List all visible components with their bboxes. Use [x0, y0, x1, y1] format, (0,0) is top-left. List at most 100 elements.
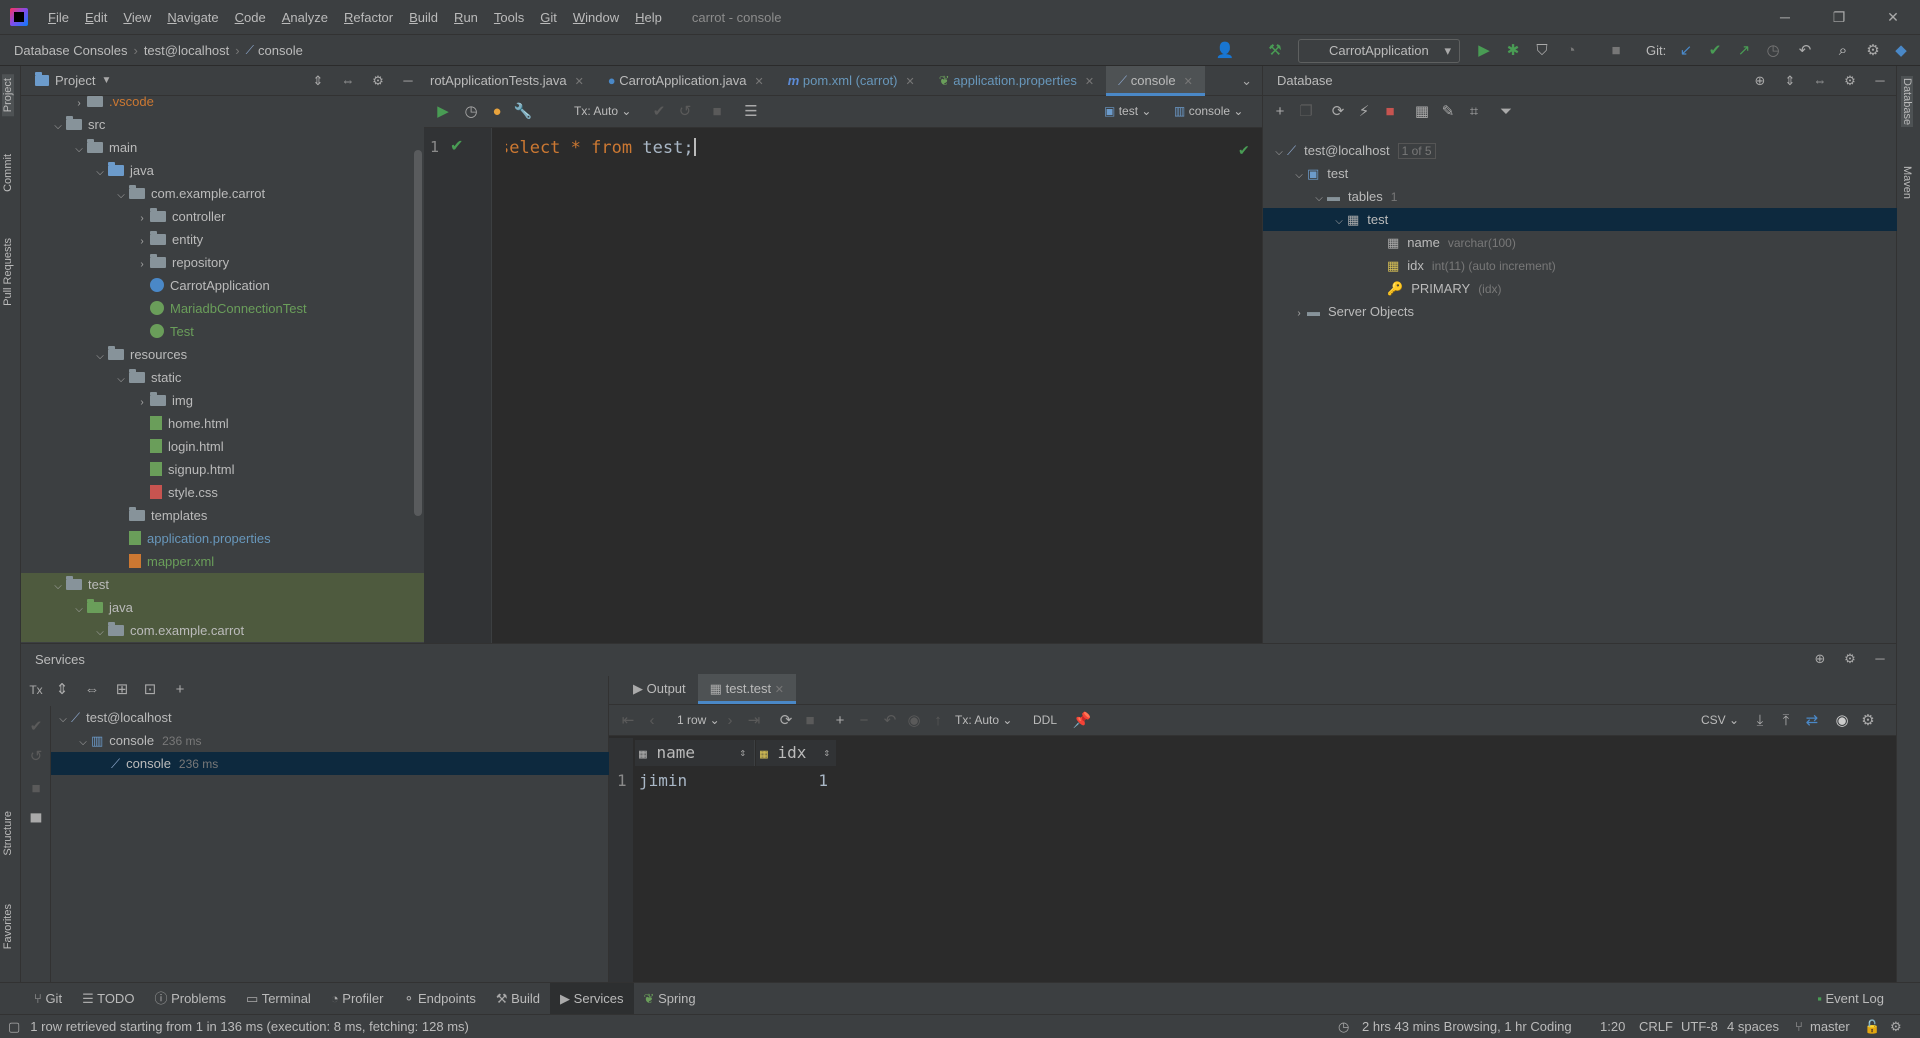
gear-icon[interactable]: ⚙: [1857, 710, 1879, 732]
close-icon[interactable]: ✕: [754, 76, 763, 88]
menu-help[interactable]: Help: [627, 10, 670, 25]
tab-application-properties[interactable]: ❦ application.properties ✕: [927, 66, 1106, 96]
gear-icon[interactable]: ⚙: [368, 71, 388, 91]
chevron-down-icon[interactable]: ⌵: [1311, 187, 1327, 210]
chevron-down-icon[interactable]: ⌵: [1271, 141, 1287, 164]
time-tracker[interactable]: 2 hrs 43 mins Browsing, 1 hr Coding: [1362, 1019, 1572, 1034]
query-console-icon[interactable]: ⌗: [1463, 101, 1485, 123]
pin-icon[interactable]: 📌: [1071, 710, 1093, 732]
menu-code[interactable]: Code: [227, 10, 274, 25]
tool-profiler[interactable]: ◔ Profiler: [321, 983, 394, 1015]
tree-item-file-application-properties[interactable]: application.properties: [21, 527, 424, 550]
menu-analyze[interactable]: Analyze: [274, 10, 336, 25]
search-icon[interactable]: ⌕: [1832, 40, 1854, 62]
view-eye-icon[interactable]: ◉: [1831, 710, 1853, 732]
locate-icon[interactable]: ⊕: [1810, 649, 1830, 669]
minimize-button[interactable]: ─: [1758, 0, 1812, 34]
hide-panel-icon[interactable]: ─: [1870, 71, 1890, 91]
menu-window[interactable]: Window: [565, 10, 627, 25]
tree-item-file-style-css[interactable]: style.css: [21, 481, 424, 504]
ddl-button[interactable]: DDL: [1033, 713, 1057, 727]
stop-icon[interactable]: ■: [706, 101, 728, 123]
column-header-idx[interactable]: ▦ idx ⇕: [756, 740, 836, 766]
chevron-down-icon[interactable]: ⌵: [1331, 210, 1347, 233]
tree-item-folder-vscode[interactable]: › .vscode: [21, 96, 424, 113]
schema-select[interactable]: ▣ test ⌄: [1104, 104, 1151, 118]
project-view-select[interactable]: Project: [55, 73, 95, 88]
run-configuration-select[interactable]: CarrotApplication: [1298, 39, 1460, 63]
group-by-icon[interactable]: ⊞: [111, 679, 133, 701]
chevron-down-icon[interactable]: ⌵: [55, 708, 71, 731]
restore-button[interactable]: ❐: [1812, 0, 1866, 34]
menu-view[interactable]: View: [115, 10, 159, 25]
breadcrumb-database-consoles[interactable]: Database Consoles: [0, 43, 127, 58]
notifications-icon[interactable]: ⚙: [1890, 1019, 1902, 1035]
expand-all-icon[interactable]: ⇕: [308, 71, 328, 91]
breadcrumb-console[interactable]: console: [258, 43, 303, 58]
tool-services[interactable]: ▶ Services: [550, 982, 634, 1015]
tab-pom-xml[interactable]: m pom.xml (carrot) ✕: [776, 66, 927, 96]
tool-tab-favorites[interactable]: Favorites: [2, 904, 14, 949]
tree-item-file-signup-html[interactable]: signup.html: [21, 458, 424, 481]
tx-mode-select[interactable]: Tx: Auto ⌄: [955, 713, 1012, 727]
tree-item-package-repository[interactable]: › repository: [21, 251, 424, 274]
chevron-down-icon[interactable]: ⌵: [71, 598, 87, 621]
chevron-down-icon[interactable]: ⌵: [92, 621, 108, 643]
jetbrains-toolbox-icon[interactable]: ◆: [1890, 40, 1912, 62]
tx-icon[interactable]: Tx: [25, 679, 47, 701]
git-history-icon[interactable]: ◷: [1762, 40, 1784, 62]
schema-diff-icon[interactable]: ⚡: [1353, 101, 1375, 123]
tree-item-class-mariadb-connection-test[interactable]: MariadbConnectionTest: [21, 297, 424, 320]
panel-toggle-icon[interactable]: ▢: [8, 1019, 20, 1035]
chevron-down-icon[interactable]: ⌵: [92, 345, 108, 368]
run-icon[interactable]: ▶: [1473, 40, 1495, 62]
debug-icon[interactable]: ✱: [1502, 40, 1524, 62]
expand-all-icon[interactable]: ⇕: [1780, 71, 1800, 91]
tree-item-folder-resources[interactable]: ⌵ resources: [21, 343, 424, 366]
tree-item-file-mapper-xml[interactable]: mapper.xml: [21, 550, 424, 573]
collapse-all-icon[interactable]: ⇔: [338, 71, 358, 91]
tree-item-folder-test-java[interactable]: ⌵ java: [21, 596, 424, 619]
tool-tab-pull-requests[interactable]: Pull Requests: [2, 238, 14, 306]
gear-icon[interactable]: ⚙: [1840, 649, 1860, 669]
prev-page-icon[interactable]: ‹: [641, 710, 663, 732]
chevron-down-icon[interactable]: ⌵: [1291, 164, 1307, 187]
tree-item-db-table-test[interactable]: ⌵ ▦ test: [1263, 208, 1897, 231]
wrench-icon[interactable]: 🔧: [512, 101, 534, 123]
tree-item-db-tables-folder[interactable]: ⌵ ▬ tables 1: [1263, 185, 1897, 208]
gear-icon[interactable]: ⚙: [1840, 71, 1860, 91]
breadcrumb-connection[interactable]: test@localhost: [144, 43, 229, 58]
next-page-icon[interactable]: ›: [719, 710, 741, 732]
rollback-icon[interactable]: ↺: [25, 746, 47, 768]
git-commit-icon[interactable]: ✔: [1704, 40, 1726, 62]
add-service-icon[interactable]: +: [169, 679, 191, 701]
status-message[interactable]: 1 row retrieved starting from 1 in 136 m…: [30, 1019, 469, 1034]
tree-item-folder-java[interactable]: ⌵ java: [21, 159, 424, 182]
tool-tab-project[interactable]: Project: [2, 74, 14, 117]
last-page-icon[interactable]: ⇥: [743, 710, 765, 732]
line-separator[interactable]: CRLF: [1639, 1019, 1673, 1034]
tool-terminal[interactable]: ▭ Terminal: [236, 983, 321, 1015]
menu-run[interactable]: Run: [446, 10, 486, 25]
refresh-icon[interactable]: ⟳: [775, 710, 797, 732]
sort-icon[interactable]: ⇕: [823, 740, 830, 766]
history-icon[interactable]: ◷: [460, 101, 482, 123]
tree-item-folder-test[interactable]: ⌵ test: [21, 573, 424, 596]
git-branch[interactable]: master: [1810, 1019, 1850, 1034]
add-row-icon[interactable]: +: [829, 710, 851, 732]
tree-item-db-connection[interactable]: ⌵ ⟋ test@localhost 1 of 5: [1263, 139, 1897, 162]
sort-icon[interactable]: ⇕: [739, 740, 746, 766]
output-layout-icon[interactable]: ☰: [740, 101, 762, 123]
copy-icon[interactable]: ❐: [1295, 101, 1317, 123]
tree-item-folder-templates[interactable]: templates: [21, 504, 424, 527]
revert-icon[interactable]: ↶: [879, 710, 901, 732]
tool-spring[interactable]: ❦ Spring: [634, 983, 706, 1015]
profile-icon[interactable]: ◔: [1560, 40, 1582, 62]
menu-file[interactable]: File: [40, 10, 77, 25]
tool-tab-database[interactable]: Database: [1901, 76, 1913, 128]
tree-item-folder-static[interactable]: ⌵ static: [21, 366, 424, 389]
plan-icon[interactable]: ●: [486, 101, 508, 123]
tree-item-db-primary-key[interactable]: 🔑 PRIMARY (idx): [1263, 277, 1897, 300]
tool-event-log[interactable]: ▪ Event Log: [1807, 983, 1894, 1015]
chevron-down-icon[interactable]: ⌵: [71, 138, 87, 161]
